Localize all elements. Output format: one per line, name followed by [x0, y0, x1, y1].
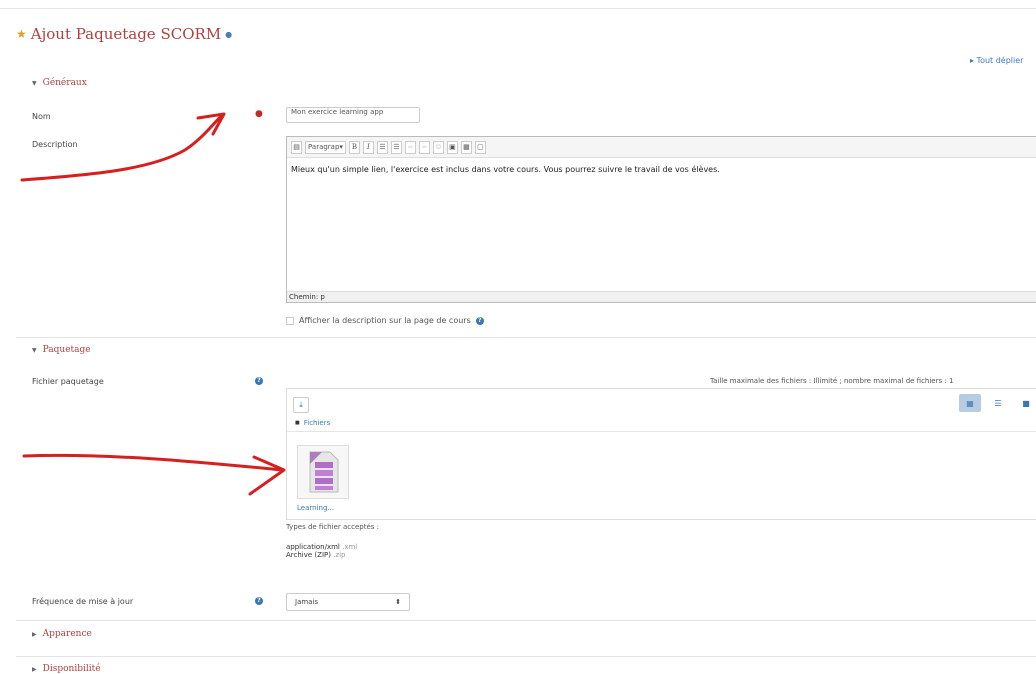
annotation-overlay: [20, 112, 286, 496]
annotation-arrowhead: [248, 455, 286, 496]
annotation-arrow: [20, 113, 224, 182]
annotation-arrow: [22, 453, 284, 472]
